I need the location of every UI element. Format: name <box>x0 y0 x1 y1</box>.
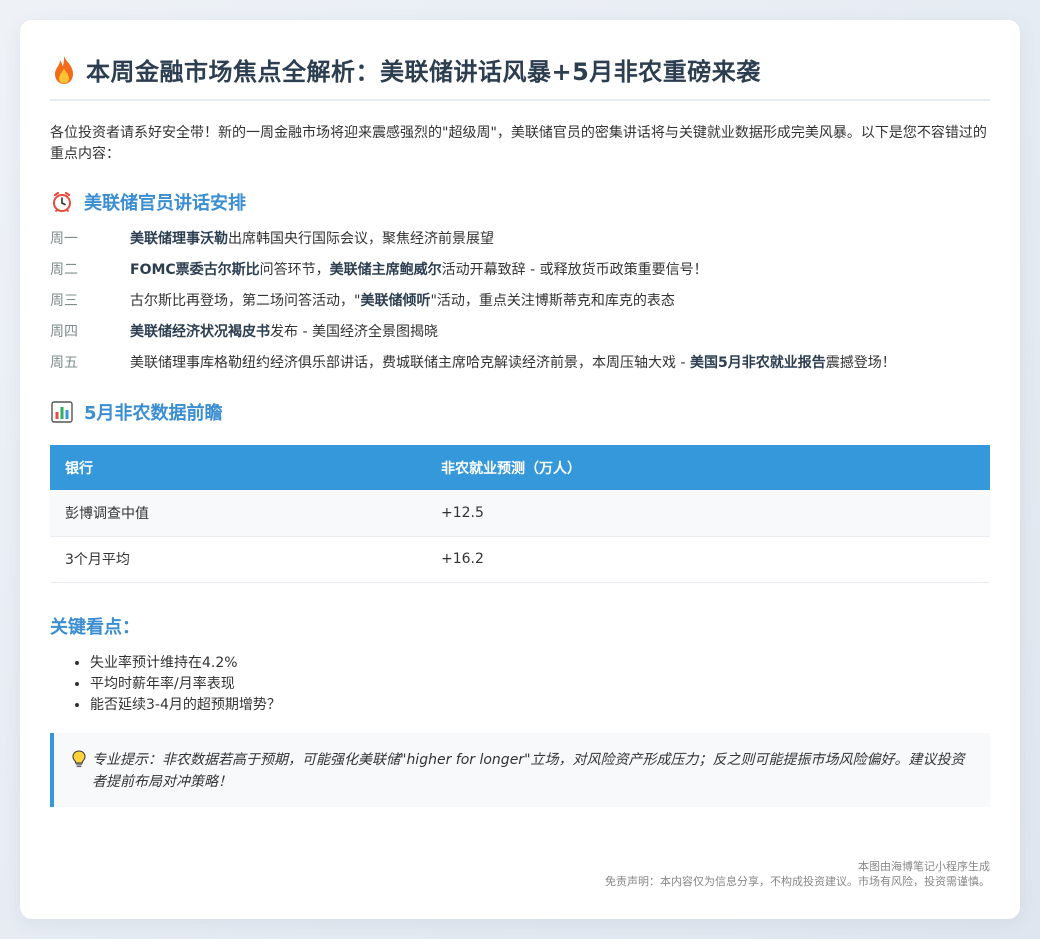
schedule-text: 震撼登场！ <box>825 355 896 371</box>
table-header-forecast: 非农就业预测（万人） <box>426 445 990 490</box>
list-item: 平均时薪年率/月率表现 <box>90 674 990 694</box>
nfp-section-heading: 5月非农数据前瞻 <box>50 399 990 425</box>
schedule-highlight: FOMC票委古尔斯比 <box>130 262 260 278</box>
schedule-description: 美联储经济状况褐皮书发布 - 美国经济全景图揭晓 <box>130 322 990 342</box>
schedule-row: 周一 美联储理事沃勒出席韩国央行国际会议，聚焦经济前景展望 <box>50 229 990 249</box>
lightbulb-icon <box>70 749 88 769</box>
schedule-day: 周四 <box>50 324 78 340</box>
schedule-day: 周二 <box>50 262 78 278</box>
schedule-row: 周四 美联储经济状况褐皮书发布 - 美国经济全景图揭晓 <box>50 322 990 342</box>
page-title: 本周金融市场焦点全解析：美联储讲话风暴+5月非农重磅来袭 <box>86 58 761 86</box>
schedule-description: FOMC票委古尔斯比问答环节，美联储主席鲍威尔活动开幕致辞 - 或释放货币政策重… <box>130 260 990 280</box>
fire-icon <box>50 54 78 86</box>
table-header-bank: 银行 <box>50 445 426 490</box>
schedule-text: "活动，重点关注博斯蒂克和库克的表态 <box>430 293 675 309</box>
table-cell-bank: 彭博调查中值 <box>50 490 426 537</box>
list-item: 失业率预计维持在4.2% <box>90 653 990 673</box>
schedule-text: 问答环节， <box>259 262 330 278</box>
schedule-highlight: 美联储理事沃勒 <box>130 231 228 247</box>
schedule-day: 周一 <box>50 231 78 247</box>
title-row: 本周金融市场焦点全解析：美联储讲话风暴+5月非农重磅来袭 <box>50 52 990 101</box>
schedule-description: 美联储理事库格勒纽约经济俱乐部讲话，费城联储主席哈克解读经济前景，本周压轴大戏 … <box>130 353 990 373</box>
nfp-forecast-table: 银行 非农就业预测（万人） 彭博调查中值 +12.5 3个月平均 +16.2 <box>50 445 990 583</box>
schedule-row: 周五 美联储理事库格勒纽约经济俱乐部讲话，费城联储主席哈克解读经济前景，本周压轴大… <box>50 353 990 373</box>
table-row: 彭博调查中值 +12.5 <box>50 490 990 537</box>
nfp-section-title: 5月非农数据前瞻 <box>84 403 223 424</box>
schedule-text: 发布 - 美国经济全景图揭晓 <box>270 324 438 340</box>
schedule-highlight: 美联储倾听 <box>360 293 431 309</box>
intro-paragraph: 各位投资者请系好安全带！新的一周金融市场将迎来震感强烈的"超级周"，美联储官员的… <box>50 125 987 162</box>
speech-schedule: 周一 美联储理事沃勒出席韩国央行国际会议，聚焦经济前景展望周二 FOMC票委古尔斯比… <box>50 229 990 373</box>
bar-chart-icon <box>50 400 74 424</box>
alarm-clock-icon <box>50 190 74 214</box>
speech-section-title: 美联储官员讲话安排 <box>84 193 246 214</box>
table-cell-bank: 3个月平均 <box>50 536 426 583</box>
schedule-text: 活动开幕致辞 - 或释放货币政策重要信号！ <box>441 262 708 278</box>
footer: 本图由海博笔记小程序生成 免责声明：本内容仅为信息分享，不构成投资建议。市场有风… <box>605 859 990 889</box>
pro-tip-text: 专业提示：非农数据若高于预期，可能强化美联储"higher for longer… <box>92 751 965 790</box>
schedule-highlight: 美国5月非农就业报告 <box>689 355 826 371</box>
speech-section-heading: 美联储官员讲话安排 <box>50 189 990 215</box>
table-cell-forecast: +16.2 <box>426 536 990 583</box>
schedule-day: 周三 <box>50 293 78 309</box>
key-points-title: 关键看点： <box>50 616 140 638</box>
pro-tip-box: 专业提示：非农数据若高于预期，可能强化美联储"higher for longer… <box>50 732 990 807</box>
schedule-description: 美联储理事沃勒出席韩国央行国际会议，聚焦经济前景展望 <box>130 229 990 249</box>
schedule-highlight: 美联储经济状况褐皮书 <box>130 324 270 340</box>
list-item: 能否延续3-4月的超预期增势？ <box>90 695 990 715</box>
table-header-row: 银行 非农就业预测（万人） <box>50 445 990 490</box>
footer-generated-by: 本图由海博笔记小程序生成 <box>858 860 990 873</box>
schedule-text: 美联储理事库格勒纽约经济俱乐部讲话，费城联储主席哈克解读经济前景，本周压轴大戏 … <box>130 355 690 371</box>
schedule-description: 古尔斯比再登场，第二场问答活动，"美联储倾听"活动，重点关注博斯蒂克和库克的表态 <box>130 291 990 311</box>
schedule-highlight: 美联储主席鲍威尔 <box>329 262 442 278</box>
table-cell-forecast: +12.5 <box>426 490 990 537</box>
schedule-day: 周五 <box>50 355 78 371</box>
schedule-row: 周三 古尔斯比再登场，第二场问答活动，"美联储倾听"活动，重点关注博斯蒂克和库克的… <box>50 291 990 311</box>
article-card: 本周金融市场焦点全解析：美联储讲话风暴+5月非农重磅来袭 各位投资者请系好安全带… <box>20 20 1020 919</box>
key-points-list: 失业率预计维持在4.2% 平均时薪年率/月率表现 能否延续3-4月的超预期增势？ <box>50 653 990 715</box>
table-row: 3个月平均 +16.2 <box>50 536 990 583</box>
schedule-text: 古尔斯比再登场，第二场问答活动，" <box>130 293 361 309</box>
schedule-row: 周二 FOMC票委古尔斯比问答环节，美联储主席鲍威尔活动开幕致辞 - 或释放货币政… <box>50 260 990 280</box>
schedule-text: 出席韩国央行国际会议，聚焦经济前景展望 <box>228 231 494 247</box>
footer-disclaimer: 免责声明：本内容仅为信息分享，不构成投资建议。市场有风险，投资需谨慎。 <box>605 875 990 888</box>
